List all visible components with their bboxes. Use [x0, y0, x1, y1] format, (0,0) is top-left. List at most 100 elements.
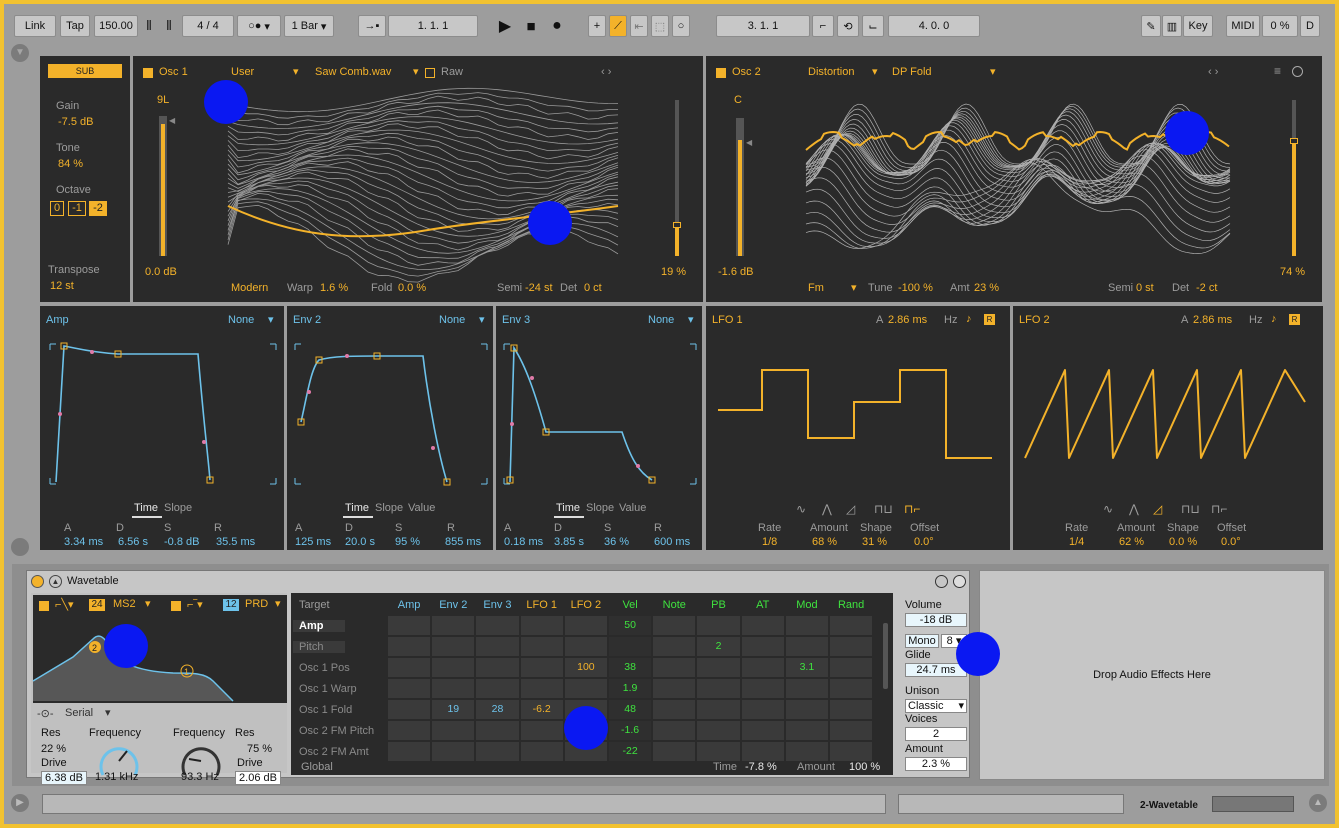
lfo1-random-shape-icon[interactable]: ⊓⌐: [904, 502, 920, 516]
show-detail-icon[interactable]: ▲: [1309, 794, 1327, 812]
matrix-cell[interactable]: [830, 616, 873, 635]
amp-decay-value[interactable]: 6.56 s: [118, 536, 148, 548]
env3-attack-value[interactable]: 0.18 ms: [504, 536, 543, 548]
matrix-cell[interactable]: [653, 721, 696, 740]
osc1-gain-slider[interactable]: [159, 116, 167, 256]
filter2-enable-toggle[interactable]: [171, 601, 181, 611]
filter1-enable-toggle[interactable]: [39, 601, 49, 611]
automation-arm-button[interactable]: ⟋: [609, 15, 627, 37]
env3-value-tab[interactable]: Value: [619, 502, 646, 514]
device-on-icon[interactable]: [31, 575, 44, 588]
osc1-det-value[interactable]: 0 ct: [584, 282, 602, 294]
filter1-drive-value[interactable]: 6.38 dB: [41, 771, 87, 785]
env2-graph[interactable]: [293, 336, 489, 486]
filter2-circuit-select[interactable]: PRD: [245, 598, 268, 610]
lfo2-attack-value[interactable]: 2.86 ms: [1193, 314, 1232, 326]
matrix-cell[interactable]: [741, 679, 784, 698]
lfo1-retrigger-icon[interactable]: R: [984, 314, 995, 325]
osc2-gain-value[interactable]: -1.6 dB: [718, 266, 753, 278]
osc1-level-value[interactable]: 19 %: [661, 266, 686, 278]
osc1-position-value[interactable]: 9L: [157, 94, 169, 106]
matrix-cell[interactable]: [476, 658, 519, 677]
octave-0-button[interactable]: 0: [50, 201, 64, 216]
osc2-tune-value[interactable]: -100 %: [898, 282, 933, 294]
lfo2-hz-button[interactable]: Hz: [1249, 314, 1262, 326]
env2-chevron-icon[interactable]: ▾: [479, 313, 485, 326]
matrix-cell[interactable]: [520, 616, 563, 635]
matrix-cell[interactable]: [830, 700, 873, 719]
env2-decay-value[interactable]: 20.0 s: [345, 536, 375, 548]
filter1-slope[interactable]: 24: [89, 599, 105, 611]
env2-attack-value[interactable]: 125 ms: [295, 536, 331, 548]
lfo1-sync-note-icon[interactable]: ♪: [966, 313, 972, 325]
record-icon[interactable]: ●: [548, 15, 566, 37]
matrix-cell[interactable]: [432, 679, 475, 698]
matrix-value-pitch-pb[interactable]: 2: [696, 640, 740, 652]
osc1-fold-value[interactable]: 0.0 %: [398, 282, 426, 294]
matrix-cell[interactable]: [388, 658, 431, 677]
loop-length[interactable]: 4. 0. 0: [888, 15, 980, 37]
lfo1-triangle-shape-icon[interactable]: ⋀: [822, 502, 832, 516]
lfo1-hz-button[interactable]: Hz: [944, 314, 957, 326]
lfo2-waveform[interactable]: [1024, 362, 1315, 472]
matrix-cell[interactable]: [388, 637, 431, 656]
env3-sustain-value[interactable]: 36 %: [604, 536, 629, 548]
env3-source-select[interactable]: None: [648, 314, 674, 326]
lfo2-sync-note-icon[interactable]: ♪: [1271, 313, 1277, 325]
env3-time-tab[interactable]: Time: [556, 502, 580, 514]
octave-minus2-button[interactable]: -2: [89, 201, 107, 216]
env2-release-value[interactable]: 855 ms: [445, 536, 481, 548]
back-to-arrangement-button[interactable]: ⇤: [630, 15, 648, 37]
lfo1-sine-shape-icon[interactable]: ∿: [796, 502, 806, 516]
audio-effects-dropzone[interactable]: Drop Audio Effects Here: [979, 570, 1325, 780]
matrix-cell[interactable]: [697, 679, 740, 698]
track-mini-view[interactable]: [1212, 796, 1294, 812]
matrix-cell[interactable]: [741, 658, 784, 677]
osc2-level-slider[interactable]: [1290, 100, 1298, 256]
filter-display[interactable]: ⌐╲▾ 24 MS2 ▾ ⌐‾▾ 12 PRD ▾ 2 1: [32, 595, 287, 703]
lfo2-retrigger-icon[interactable]: R: [1289, 314, 1300, 325]
matrix-cell[interactable]: [564, 616, 607, 635]
filter1-type-icon[interactable]: ⌐╲▾: [55, 598, 74, 611]
matrix-cell[interactable]: [785, 679, 828, 698]
hide-browser-icon[interactable]: [11, 538, 29, 556]
overdub-button[interactable]: +: [588, 15, 606, 37]
matrix-value-pos-vel[interactable]: 38: [608, 661, 652, 673]
transpose-value[interactable]: 12 st: [50, 280, 74, 292]
capture-button[interactable]: ⬚: [651, 15, 669, 37]
matrix-value-fma-vel[interactable]: -22: [608, 745, 652, 757]
matrix-cell[interactable]: [697, 721, 740, 740]
matrix-cell[interactable]: [741, 637, 784, 656]
volume-value[interactable]: -18 dB: [905, 613, 967, 627]
filter2-slope[interactable]: 12: [223, 599, 239, 611]
filter1-circuit-select[interactable]: MS2: [113, 598, 136, 610]
follow-button[interactable]: →▪: [358, 15, 386, 37]
osc2-wavetable-chevron-icon[interactable]: ▾: [990, 65, 996, 78]
key-map-button[interactable]: Key: [1183, 15, 1213, 37]
osc1-category-select[interactable]: User: [231, 66, 254, 78]
matrix-cell[interactable]: [785, 616, 828, 635]
matrix-cell[interactable]: [653, 658, 696, 677]
matrix-cell[interactable]: [785, 637, 828, 656]
osc2-level-value[interactable]: 74 %: [1280, 266, 1305, 278]
metronome-button[interactable]: ○● ▾: [237, 15, 281, 37]
lfo1-offset-value[interactable]: 0.0°: [914, 536, 934, 548]
matrix-cell[interactable]: [388, 679, 431, 698]
lfo1-attack-value[interactable]: 2.86 ms: [888, 314, 927, 326]
osc2-position-value[interactable]: C: [734, 94, 742, 106]
amp-env-slope-tab[interactable]: Slope: [164, 502, 192, 514]
matrix-cell[interactable]: [785, 721, 828, 740]
osc1-wavetable-display[interactable]: [227, 87, 628, 283]
filter1-res-value[interactable]: 22 %: [41, 743, 66, 755]
matrix-cell[interactable]: [830, 658, 873, 677]
env3-decay-value[interactable]: 3.85 s: [554, 536, 584, 548]
lfo2-rate-value[interactable]: 1/4: [1069, 536, 1084, 548]
matrix-cell[interactable]: [476, 742, 519, 761]
punch-out-button[interactable]: ⌙: [862, 15, 884, 37]
mono-button[interactable]: Mono: [905, 634, 939, 648]
osc1-warp-value[interactable]: 1.6 %: [320, 282, 348, 294]
filter1-freq-value[interactable]: 1.31 kHz: [95, 771, 138, 783]
osc1-enable-toggle[interactable]: [143, 68, 153, 78]
punch-in-button[interactable]: ⌐: [812, 15, 834, 37]
osc1-effect-mode-select[interactable]: Modern: [231, 282, 268, 294]
